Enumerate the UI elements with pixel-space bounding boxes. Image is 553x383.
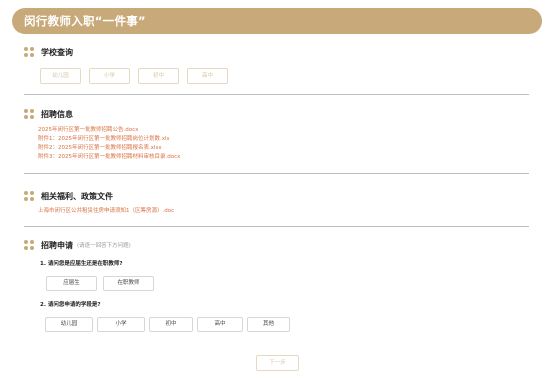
divider — [24, 173, 529, 174]
school-btn-kindergarten[interactable]: 幼儿园 — [40, 68, 81, 84]
welfare-label: 相关福利、政策文件 — [41, 191, 113, 201]
next-step-button[interactable]: 下一步 — [256, 355, 299, 371]
welfare-link-housing[interactable]: 上海市闵行区公共租赁住房申请须知1（区筹房源）.doc — [38, 208, 174, 215]
q2-option-other[interactable]: 其他 — [247, 317, 290, 332]
q2-option-kindergarten[interactable]: 幼儿园 — [45, 317, 93, 332]
school-query-section-title: 学校查询 — [24, 46, 73, 58]
section-dots-icon — [24, 46, 35, 58]
section-dots-icon — [24, 108, 35, 120]
q2-option-primary[interactable]: 小学 — [97, 317, 145, 332]
q2-option-middle[interactable]: 初中 — [149, 317, 193, 332]
recruit-link-attachment-3[interactable]: 附件3：2025年闵行区第一批教师招聘材料审核目录.docx — [38, 154, 180, 161]
q1-option-graduate[interactable]: 应届生 — [46, 276, 97, 291]
page-header: 闵行教师入职“一件事” — [12, 8, 542, 34]
school-query-label: 学校查询 — [41, 47, 73, 57]
recruit-link-attachment-2[interactable]: 附件2：2025年闵行区第一批教师招聘报名表.xlsx — [38, 145, 162, 152]
question-2: 2. 请问您申请的学段是? — [40, 302, 101, 308]
q2-option-high[interactable]: 高中 — [197, 317, 243, 332]
recruit-info-label: 招聘信息 — [41, 109, 73, 119]
school-btn-high[interactable]: 高中 — [187, 68, 228, 84]
school-btn-primary[interactable]: 小学 — [89, 68, 130, 84]
divider — [24, 94, 529, 95]
school-btn-middle[interactable]: 初中 — [138, 68, 179, 84]
recruit-link-announcement[interactable]: 2025年闵行区第一批教师招聘公告.docx — [38, 127, 138, 134]
recruit-info-section-title: 招聘信息 — [24, 108, 73, 120]
section-dots-icon — [24, 239, 35, 251]
divider — [24, 226, 529, 227]
welfare-section-title: 相关福利、政策文件 — [24, 190, 113, 202]
recruit-link-attachment-1[interactable]: 附件1：2025年闵行区第一批教师招聘岗位计划数.xls — [38, 136, 169, 143]
apply-label: 招聘申请 — [41, 240, 73, 250]
page-title: 闵行教师入职“一件事” — [24, 14, 146, 28]
apply-section-title: 招聘申请 (请逐一回答下方问题) — [24, 239, 131, 251]
section-dots-icon — [24, 190, 35, 202]
q1-option-current-teacher[interactable]: 在职教师 — [103, 276, 154, 291]
question-1: 1. 请问您是应届生还是在职教师? — [40, 261, 123, 267]
apply-hint: (请逐一回答下方问题) — [77, 243, 131, 249]
